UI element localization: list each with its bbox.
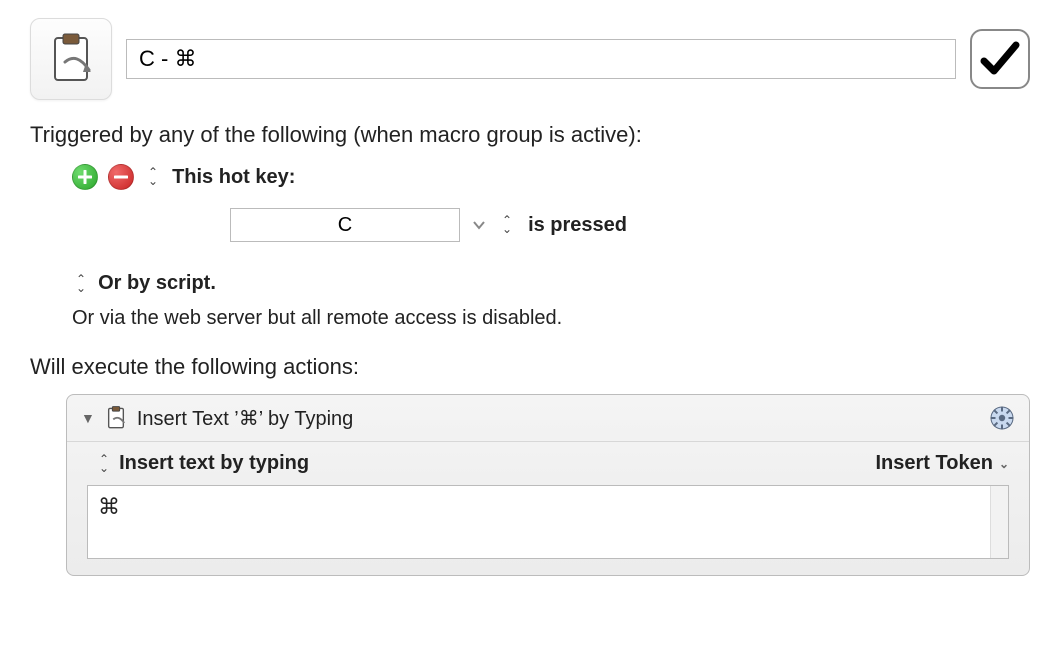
chevron-down-icon: ⌄: [999, 457, 1009, 471]
script-trigger-stepper[interactable]: ⌃⌄: [76, 275, 86, 293]
scrollbar[interactable]: [990, 486, 1008, 558]
press-mode-label: is pressed: [528, 214, 627, 237]
insert-mode-label: Insert text by typing: [119, 452, 309, 475]
triggers-section-label: Triggered by any of the following (when …: [30, 122, 1030, 148]
chevron-down-icon: [472, 220, 486, 230]
trigger-type-stepper[interactable]: ⌃⌄: [148, 168, 158, 186]
clipboard-icon: [47, 32, 95, 86]
web-server-label: Or via the web server but all remote acc…: [72, 307, 1030, 330]
hotkey-options-dropdown[interactable]: [472, 217, 486, 233]
hotkey-label: This hot key:: [172, 166, 295, 189]
insert-token-dropdown[interactable]: Insert Token ⌄: [876, 452, 1010, 475]
macro-title-input[interactable]: [126, 39, 956, 79]
hotkey-input[interactable]: [230, 208, 460, 242]
action-title: Insert Text ’⌘’ by Typing: [137, 406, 353, 431]
insert-mode-stepper[interactable]: ⌃⌄: [99, 455, 109, 473]
clipboard-icon: [105, 405, 127, 431]
gear-icon[interactable]: [989, 405, 1015, 431]
remove-trigger-button[interactable]: [108, 164, 134, 190]
action-item: ▼ Insert Text ’⌘’ by Typing: [66, 394, 1030, 576]
or-script-label: Or by script.: [98, 272, 216, 295]
minus-icon: [114, 170, 128, 184]
action-text-area[interactable]: ⌘: [87, 485, 1009, 559]
press-mode-stepper[interactable]: ⌃⌄: [502, 216, 512, 234]
macro-icon-well[interactable]: [30, 18, 112, 100]
actions-section-label: Will execute the following actions:: [30, 354, 1030, 380]
plus-icon: [78, 170, 92, 184]
disclosure-triangle[interactable]: ▼: [81, 410, 95, 426]
enabled-toggle[interactable]: [970, 29, 1030, 89]
add-trigger-button[interactable]: [72, 164, 98, 190]
action-text-content[interactable]: ⌘: [88, 486, 990, 558]
insert-token-label: Insert Token: [876, 452, 993, 475]
checkmark-icon: [978, 37, 1022, 81]
